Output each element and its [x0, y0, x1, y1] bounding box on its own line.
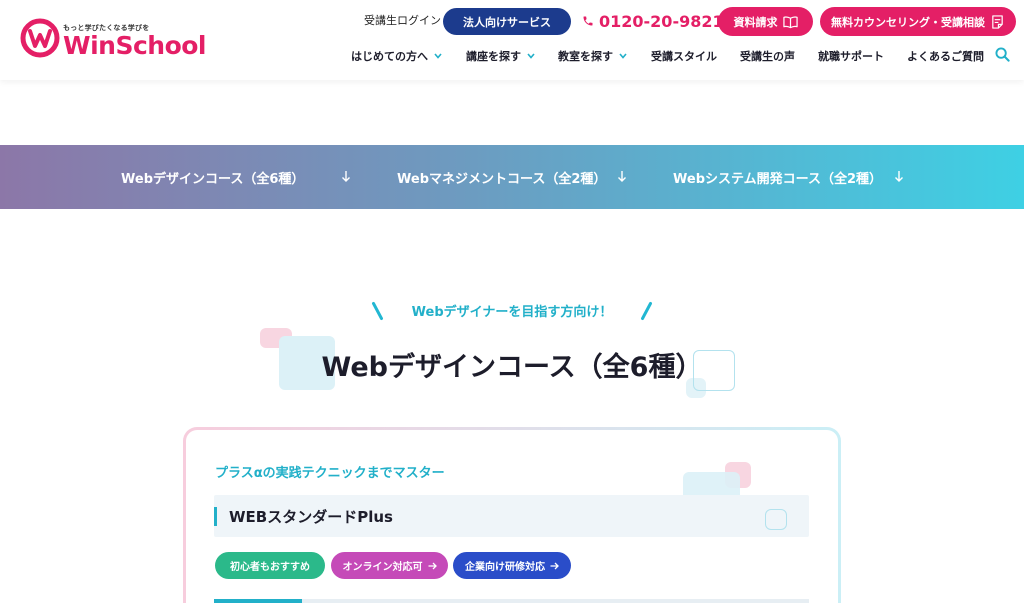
nav-item-find-course[interactable]: 講座を探す: [466, 44, 535, 68]
arrow-right-icon: [428, 562, 437, 569]
free-counseling-label: 無料カウンセリング・受講相談: [831, 16, 985, 29]
nav-item-label: 講座を探す: [466, 50, 521, 63]
nav-item-label: よくあるご質問: [907, 50, 984, 63]
tag-online-available[interactable]: オンライン対応可: [331, 552, 448, 579]
decor-frame: [765, 509, 787, 530]
book-icon: [782, 15, 798, 28]
chevron-down-icon: [527, 53, 535, 59]
section-eyebrow: Webデザイナーを目指す方向け！: [411, 305, 613, 320]
phone-icon: [583, 16, 593, 26]
nav-item-find-classroom[interactable]: 教室を探す: [558, 44, 627, 68]
corporate-service-button[interactable]: 法人向けサービス: [443, 8, 571, 35]
tag-beginner-friendly: 初心者もおすすめ: [215, 552, 325, 579]
nav-item-label: はじめての方へ: [351, 50, 428, 63]
phone-link[interactable]: 0120-20-9821: [582, 8, 724, 34]
site-header: もっと学びたくなる学びを WinSchool 受講生ログイン 法人向けサービス …: [0, 0, 1024, 80]
section-title: Webデザインコース（全6種）: [321, 352, 703, 383]
anchor-link-web-design[interactable]: Webデザインコース（全6種）: [121, 145, 304, 209]
nav-item-label: 就職サポート: [818, 50, 884, 63]
phone-number: 0120-20-9821: [599, 11, 724, 31]
nav-item-label: 受講生の声: [740, 50, 795, 63]
tag-label: 企業向け研修対応: [465, 562, 545, 573]
tag-corporate-training[interactable]: 企業向け研修対応: [453, 552, 571, 579]
request-document-label: 資料請求: [733, 16, 778, 29]
student-login-link[interactable]: 受講生ログイン: [364, 12, 441, 30]
nav-item-voices[interactable]: 受講生の声: [740, 44, 795, 68]
course-name[interactable]: WEBスタンダードPlus: [229, 507, 393, 527]
arrow-down-icon: [618, 171, 626, 182]
anchor-link-web-system[interactable]: Webシステム開発コース（全2種）: [673, 145, 882, 209]
chevron-down-icon: [619, 53, 627, 59]
memo-icon: [992, 14, 1003, 29]
request-document-button[interactable]: 資料請求: [718, 7, 813, 36]
chevron-down-icon: [434, 53, 442, 59]
nav-item-label: 教室を探す: [558, 50, 613, 63]
nav-item-label: 受講スタイル: [651, 50, 717, 63]
global-nav: はじめての方へ 講座を探す 教室を探す 受講スタイル 受講生の声 就職サポート …: [0, 44, 1024, 68]
course-name-accent: [214, 507, 217, 526]
nav-item-faq[interactable]: よくあるご質問: [907, 44, 984, 68]
course-catchphrase: プラスαの実践テクニックまでマスター: [215, 466, 445, 481]
tag-label: オンライン対応可: [342, 562, 423, 573]
card-divider-accent: [214, 599, 302, 603]
card-divider: [214, 599, 809, 603]
nav-item-job-support[interactable]: 就職サポート: [818, 44, 884, 68]
nav-item-beginners[interactable]: はじめての方へ: [351, 44, 442, 68]
arrow-down-icon: [895, 171, 903, 182]
search-icon[interactable]: [995, 47, 1010, 62]
arrow-right-icon: [550, 562, 559, 569]
nav-item-study-style[interactable]: 受講スタイル: [651, 44, 717, 68]
anchor-link-web-management[interactable]: Webマネジメントコース（全2種）: [397, 145, 606, 209]
arrow-down-icon: [342, 171, 350, 182]
tag-label: 初心者もおすすめ: [230, 562, 310, 573]
free-counseling-button[interactable]: 無料カウンセリング・受講相談: [820, 7, 1016, 36]
course-anchor-band: Webデザインコース（全6種） Webマネジメントコース（全2種） Webシステ…: [0, 145, 1024, 209]
